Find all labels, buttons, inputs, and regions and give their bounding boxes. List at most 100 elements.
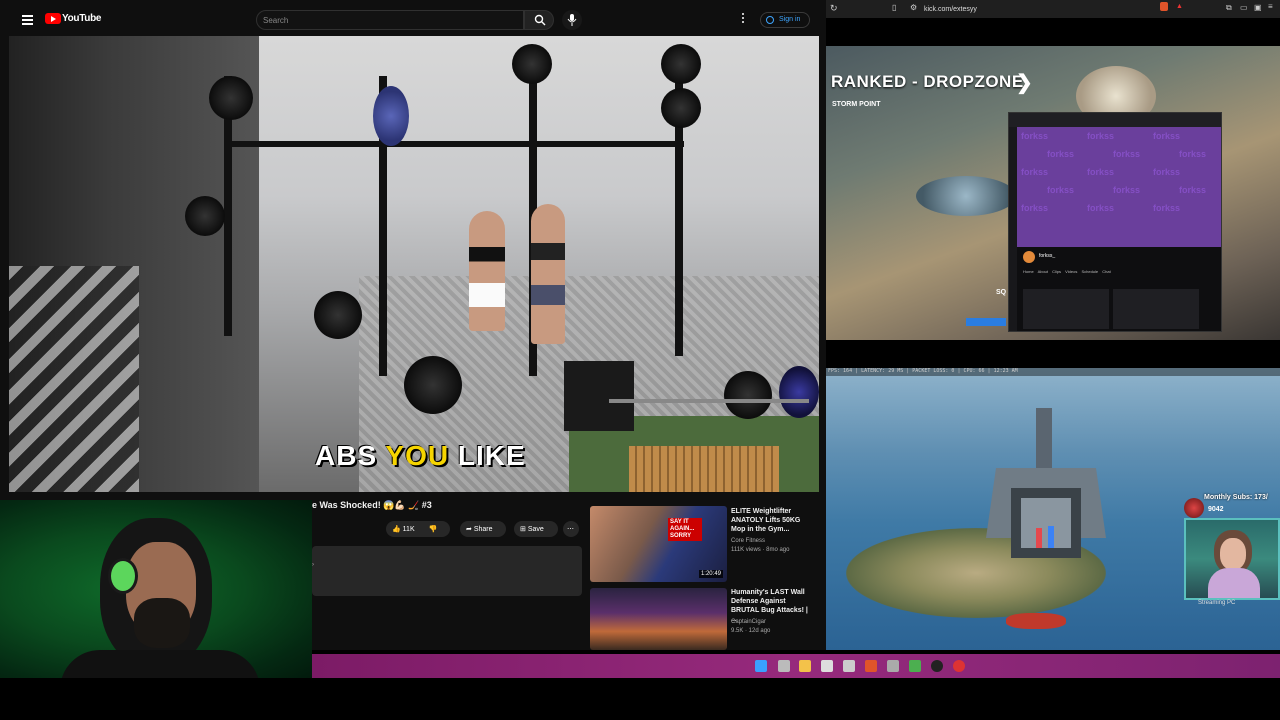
more-actions-button[interactable]: ⋯ <box>563 521 579 537</box>
save-label: Save <box>527 526 544 533</box>
bookmark-icon[interactable]: ▯ <box>892 3 896 12</box>
performance-hud: FPS: 164 | LATENCY: 29 MS | PACKET LOSS:… <box>826 368 1280 376</box>
rec-channel[interactable]: Core Fitness <box>731 537 765 545</box>
sign-in-label: Sign in <box>779 16 801 23</box>
app-icon[interactable] <box>909 660 921 672</box>
share-icon: ➦ <box>466 526 472 533</box>
start-icon[interactable] <box>755 660 767 672</box>
sidebar-icon[interactable]: ▭ <box>1240 3 1248 12</box>
map-name: STORM POINT <box>832 101 881 108</box>
slam-ball <box>404 356 462 414</box>
search-input[interactable]: Search <box>256 10 524 30</box>
share-label: Share <box>473 526 493 533</box>
cam-label: Streaming PC <box>1198 600 1236 606</box>
sign-in-button[interactable]: Sign in <box>760 12 810 28</box>
stream-apex-dropship[interactable]: FPS: 164 | LATENCY: 29 MS | PACKET LOSS:… <box>826 368 1280 650</box>
thumbnail-text: SAY IT AGAIN... SORRY <box>668 518 702 541</box>
inner-toolbar <box>1009 113 1221 127</box>
save-button[interactable]: ⊞ Save <box>514 521 558 537</box>
squad-label: SQ <box>996 289 1007 296</box>
rig-crossbar <box>224 141 684 147</box>
share-button[interactable]: ➦ Share <box>460 521 506 537</box>
rec-thumbnail[interactable]: SAY IT AGAIN... SORRY 1:20:49 <box>590 506 727 582</box>
boat <box>1006 613 1066 629</box>
video-player[interactable]: ABS YOU LIKE <box>9 36 819 492</box>
search-button[interactable] <box>524 10 554 30</box>
video-caption: ABS YOU LIKE <box>315 440 526 471</box>
barbell <box>609 399 809 403</box>
file-explorer-icon[interactable] <box>799 660 811 672</box>
address-bar[interactable]: kick.com/extesyy <box>924 3 1124 15</box>
inner-twitch-window: forkss forkss forkss forkss forkss forks… <box>1008 112 1222 332</box>
wall-ball <box>209 76 253 120</box>
app-icon[interactable] <box>887 660 899 672</box>
app-icon[interactable] <box>953 660 965 672</box>
dislike-icon[interactable]: 👎 <box>429 526 438 533</box>
dropship <box>986 408 1106 558</box>
wallet-icon[interactable]: ▣ <box>1254 3 1262 12</box>
microphone-icon <box>567 14 577 26</box>
brave-shield-icon[interactable] <box>1160 2 1168 11</box>
channel-avatar <box>1023 251 1035 263</box>
game-platform <box>916 176 1016 216</box>
video-title: e Was Shocked! 😱💪🏻 🏒 #3 <box>312 500 432 510</box>
taskbar-highlight <box>966 318 1006 326</box>
youtube-logo-icon[interactable] <box>45 13 61 24</box>
monthly-subs-label: Monthly Subs: 173/ <box>1204 494 1268 501</box>
menu-icon[interactable] <box>22 13 33 27</box>
save-icon: ⊞ <box>520 526 526 533</box>
wall-ball <box>512 44 552 84</box>
site-settings-icon[interactable]: ⚙ <box>910 3 917 12</box>
notepad-icon[interactable] <box>821 660 833 672</box>
description-box[interactable] <box>312 546 582 596</box>
person-left <box>469 211 505 331</box>
browser-toolbar: ↻ ▯ ⚙ kick.com/extesyy ▲ ⧉ ▭ ▣ ≡ <box>826 0 1280 18</box>
chevron-pattern <box>9 266 139 492</box>
rec-thumbnail[interactable] <box>590 588 727 650</box>
ranked-mode-title: RANKED - DROPZONE <box>831 72 1024 91</box>
beard <box>134 598 190 648</box>
bumper-plate <box>724 371 772 419</box>
streamer-webcam <box>1184 518 1280 600</box>
like-dislike-group[interactable]: 👍 11K 👎 <box>386 521 450 537</box>
rec-title[interactable]: ELITE Weightlifter ANATOLY Lifts 50KG Mo… <box>731 507 815 534</box>
sub-goal-icon <box>1184 498 1204 518</box>
reload-icon[interactable]: ↻ <box>830 3 838 14</box>
inner-banner: forkss forkss forkss forkss forkss forks… <box>1017 127 1221 247</box>
wall-ball <box>661 44 701 84</box>
inner-tabs: Home About Clips Videos Schedule Chat <box>1023 269 1111 274</box>
menu-icon[interactable]: ≡ <box>1268 2 1273 11</box>
like-count: 11K <box>402 526 415 533</box>
face <box>1220 538 1246 570</box>
inner-panel <box>1023 289 1109 329</box>
shirt <box>1208 568 1260 598</box>
wall-ball <box>373 86 409 146</box>
wall-ball <box>661 88 701 128</box>
extensions-icon[interactable]: ⧉ <box>1226 3 1232 13</box>
account-icon <box>766 16 774 24</box>
more-options-icon[interactable] <box>742 13 745 25</box>
app-icon[interactable] <box>843 660 855 672</box>
duration-badge: 1:20:49 <box>698 570 723 578</box>
search-icon <box>534 14 546 26</box>
slam-ball <box>314 291 362 339</box>
description-marker: › <box>312 562 314 568</box>
brave-rewards-icon[interactable]: ▲ <box>1176 3 1183 10</box>
youtube-logo-text[interactable]: YouTube <box>62 13 102 24</box>
wooden-crate <box>629 446 779 492</box>
person-right <box>531 204 565 344</box>
shirt <box>60 650 260 678</box>
bumper-plate <box>779 366 819 418</box>
stream-apex-ranked[interactable]: RANKED - DROPZONE ❯ STORM POINT forkss f… <box>826 46 1280 340</box>
windows-taskbar <box>312 654 1280 678</box>
plyo-box <box>564 361 634 431</box>
rec-channel[interactable]: CaptainCigar <box>731 618 766 626</box>
chevron-right-icon: ❯ <box>1016 72 1033 94</box>
like-icon[interactable]: 👍 <box>392 526 401 533</box>
voice-search-button[interactable] <box>562 10 582 30</box>
obs-icon[interactable] <box>931 660 943 672</box>
task-view-icon[interactable] <box>778 660 790 672</box>
brave-browser-icon[interactable] <box>865 660 877 672</box>
channel-name: forkss_ <box>1039 253 1056 259</box>
host-webcam <box>0 500 312 678</box>
